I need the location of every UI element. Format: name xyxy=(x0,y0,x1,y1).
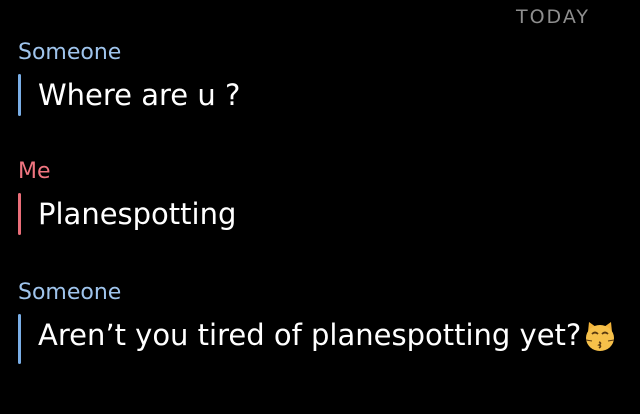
sender-name: Someone xyxy=(18,40,122,65)
message-text: Where are u ? xyxy=(38,78,241,112)
sender-name: Me xyxy=(18,159,51,184)
kissing-cat-emoji-icon xyxy=(583,319,617,364)
message-group: Someone Where are u ? xyxy=(18,40,240,116)
message-group: Me Planespotting xyxy=(18,159,236,235)
message-accent-bar xyxy=(18,193,21,235)
message-group: Someone Aren’t you tired of planespottin… xyxy=(18,280,617,364)
message-bubble[interactable]: Planespotting xyxy=(18,193,236,235)
chat-view: TODAY Someone Where are u ? Me Planespot… xyxy=(0,0,640,414)
message-bubble[interactable]: Where are u ? xyxy=(18,74,240,116)
message-text-with-emoji: Aren’t you tired of planespotting yet? xyxy=(38,314,617,364)
date-header: TODAY xyxy=(516,6,590,28)
message-text: Planespotting xyxy=(38,197,237,231)
message-accent-bar xyxy=(18,74,21,116)
sender-name: Someone xyxy=(18,280,122,305)
message-text: Aren’t you tired of planespotting yet? xyxy=(38,318,582,352)
message-accent-bar xyxy=(18,314,21,364)
message-bubble[interactable]: Aren’t you tired of planespotting yet? xyxy=(18,314,617,364)
